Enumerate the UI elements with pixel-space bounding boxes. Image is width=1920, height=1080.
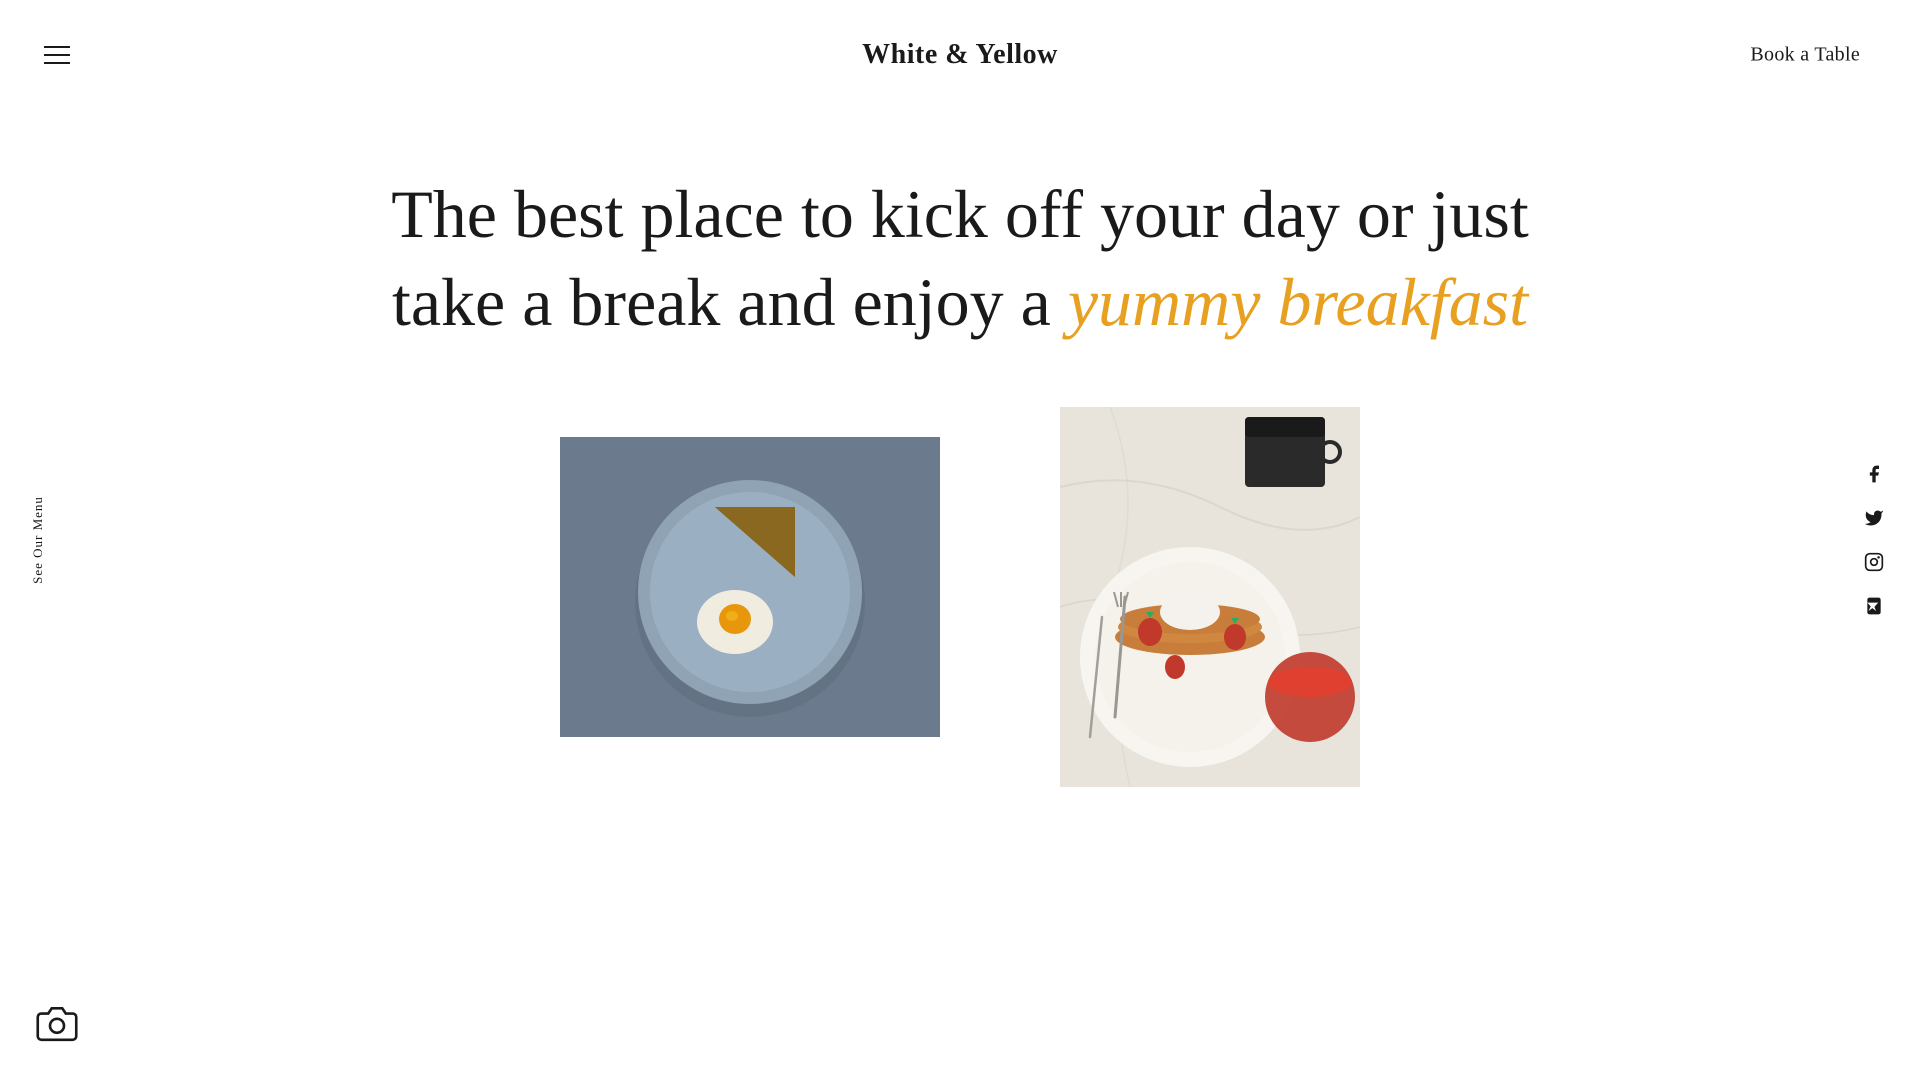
instagram-icon[interactable] (1864, 552, 1884, 572)
facebook-icon[interactable] (1864, 464, 1884, 484)
food-canvas-2 (1060, 407, 1360, 787)
hero-line-2-normal: take a break and enjoy a (392, 264, 1068, 340)
menu-line-3 (44, 62, 70, 64)
food-image-2 (1060, 407, 1360, 787)
hero-line-1: The best place to kick off your day or j… (391, 176, 1528, 252)
food-images-section (0, 407, 1920, 787)
camera-icon[interactable] (36, 1003, 78, 1050)
instagram-svg (1864, 552, 1884, 572)
site-title: White & Yellow (862, 39, 1058, 71)
camera-svg (36, 1003, 78, 1045)
twitter-svg (1864, 508, 1884, 528)
book-table-button[interactable]: Book a Table (1750, 44, 1860, 67)
hero-highlight: yummy breakfast (1068, 264, 1528, 340)
food-svg-2 (1060, 407, 1360, 787)
hero-section: The best place to kick off your day or j… (0, 130, 1920, 407)
foursquare-svg (1864, 596, 1884, 616)
menu-line-2 (44, 54, 70, 56)
food-svg-1 (560, 437, 940, 737)
hamburger-menu-button[interactable] (36, 38, 78, 72)
site-header: White & Yellow Book a Table (0, 0, 1920, 110)
food-canvas-1 (560, 437, 940, 737)
facebook-svg (1864, 464, 1884, 484)
hero-heading: The best place to kick off your day or j… (200, 170, 1720, 347)
food-image-1 (560, 437, 940, 737)
foursquare-icon[interactable] (1864, 596, 1884, 616)
main-content: The best place to kick off your day or j… (0, 0, 1920, 787)
right-sidebar (1864, 464, 1884, 616)
twitter-icon[interactable] (1864, 508, 1884, 528)
menu-line-1 (44, 46, 70, 48)
